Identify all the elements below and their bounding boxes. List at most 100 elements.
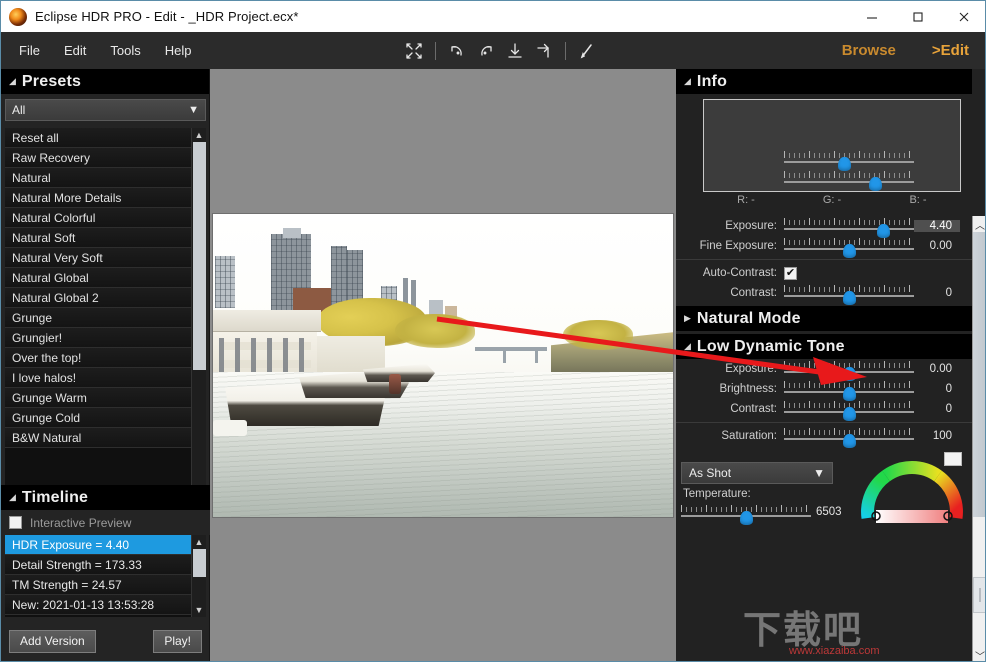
preset-item[interactable]: Grunge Cold (5, 408, 191, 428)
interactive-preview-row[interactable]: Interactive Preview (1, 510, 210, 535)
slider-handle[interactable] (843, 434, 856, 448)
preset-item[interactable]: Natural Very Soft (5, 248, 191, 268)
left-panel: ◢ Presets All ▼ Reset all Raw Recovery Nat… (1, 69, 210, 661)
control-slider[interactable] (784, 360, 914, 381)
control-slider[interactable] (784, 170, 914, 191)
timeline-scroll-thumb[interactable] (193, 549, 206, 577)
ldt-collapse-icon[interactable]: ◢ (684, 341, 691, 352)
right-scroll-thumb[interactable] (973, 232, 985, 517)
preset-item[interactable]: Grunge Warm (5, 388, 191, 408)
flip-horizontal-icon[interactable] (531, 38, 557, 64)
preset-item[interactable]: B&W Natural (5, 428, 191, 448)
browse-mode-button[interactable]: Browse (824, 42, 914, 59)
preset-list[interactable]: Reset all Raw Recovery Natural Natural More… (5, 128, 191, 514)
control-slider[interactable] (784, 237, 914, 258)
brush-icon[interactable] (574, 38, 600, 64)
natural-mode-section-header[interactable]: ▶ Natural Mode (676, 306, 972, 331)
color-wheel-reset-swatch[interactable] (944, 452, 962, 466)
slider-handle[interactable] (876, 224, 890, 238)
hdr-preview-image[interactable] (212, 213, 674, 518)
preset-item[interactable]: Grungier! (5, 328, 191, 348)
right-panel-scrollbar[interactable]: ︿ ﹀ (972, 216, 985, 662)
control-slider[interactable] (784, 400, 914, 421)
rotate-right-icon[interactable] (473, 38, 499, 64)
control-slider[interactable] (784, 427, 914, 448)
timeline-scroll-track[interactable] (192, 549, 206, 603)
control-slider[interactable] (784, 380, 914, 401)
temperature-slider[interactable] (681, 504, 811, 525)
control-slider[interactable] (784, 150, 914, 171)
timeline-scrollbar[interactable]: ▲ ▼ (191, 535, 206, 617)
temperature-slider-handle[interactable] (740, 511, 753, 525)
slider-handle[interactable] (843, 291, 856, 305)
preset-item[interactable]: Over the top! (5, 348, 191, 368)
timeline-list[interactable]: HDR Exposure = 4.40 Detail Strength = 173… (5, 535, 191, 617)
timeline-collapse-icon[interactable]: ◢ (9, 492, 16, 503)
chevron-down-icon[interactable]: ▼ (188, 104, 199, 116)
timeline-section-header[interactable]: ◢ Timeline (1, 485, 210, 510)
chevron-down-icon[interactable]: ▼ (813, 466, 825, 480)
control-slider[interactable] (784, 217, 914, 238)
preset-item[interactable]: Natural Soft (5, 228, 191, 248)
white-balance-dropdown[interactable]: As Shot ▼ (681, 462, 833, 484)
fit-to-screen-icon[interactable] (401, 38, 427, 64)
play-button[interactable]: Play! (153, 629, 202, 653)
slider-handle[interactable] (843, 244, 856, 258)
scroll-up-icon[interactable]: ▲ (195, 128, 204, 142)
timeline-item[interactable]: TM Strength = 24.57 (5, 575, 191, 595)
control-label: Auto-Contrast: (702, 267, 777, 279)
presets-collapse-icon[interactable]: ◢ (9, 76, 16, 87)
ldt-section-header[interactable]: ◢ Low Dynamic Tone (676, 334, 972, 359)
menu-file[interactable]: File (7, 32, 52, 69)
preset-item[interactable]: Natural Global 2 (5, 288, 191, 308)
preset-scroll-thumb[interactable] (193, 142, 206, 370)
preset-item[interactable]: Reset all (5, 128, 191, 148)
photo-small-boat (213, 420, 247, 436)
timeline-item[interactable]: Detail Strength = 173.33 (5, 555, 191, 575)
slider-handle[interactable] (843, 407, 856, 421)
slider-handle[interactable] (869, 177, 882, 191)
interactive-preview-label: Interactive Preview (30, 515, 132, 530)
maximize-button[interactable] (895, 1, 941, 32)
menu-help[interactable]: Help (153, 32, 204, 69)
preset-list-scrollbar[interactable]: ▲ ▼ (191, 128, 206, 514)
preset-filter-dropdown[interactable]: All ▼ (5, 99, 206, 121)
interactive-preview-checkbox[interactable] (9, 516, 22, 529)
timeline-scroll-up-icon[interactable]: ▲ (195, 535, 204, 549)
minimize-button[interactable] (849, 1, 895, 32)
presets-section-header[interactable]: ◢ Presets (1, 69, 209, 94)
natural-mode-expand-icon[interactable]: ▶ (684, 313, 691, 324)
preset-item[interactable]: Grunge (5, 308, 191, 328)
slider-handle[interactable] (837, 157, 851, 171)
flip-vertical-icon[interactable] (502, 38, 528, 64)
slider-handle[interactable] (843, 367, 856, 381)
close-button[interactable] (941, 1, 985, 32)
right-scroll-down-icon[interactable]: ﹀ (975, 647, 985, 662)
info-collapse-icon[interactable]: ◢ (684, 76, 691, 87)
menu-tools[interactable]: Tools (98, 32, 152, 69)
preset-item[interactable]: Natural (5, 168, 191, 188)
preset-scroll-track[interactable] (192, 142, 206, 500)
preset-item[interactable]: Natural More Details (5, 188, 191, 208)
image-canvas[interactable] (210, 69, 676, 661)
timeline-item[interactable]: New: 2021-01-13 13:53:28 (5, 595, 191, 615)
preset-item[interactable]: I love halos! (5, 368, 191, 388)
preset-item[interactable]: Natural Global (5, 268, 191, 288)
right-scroll-up-icon[interactable]: ︿ (975, 216, 985, 232)
rotate-left-icon[interactable] (444, 38, 470, 64)
preset-item[interactable]: Raw Recovery (5, 148, 191, 168)
timeline-scroll-down-icon[interactable]: ▼ (195, 603, 204, 617)
info-section-header[interactable]: ◢ Info (676, 69, 972, 94)
add-version-button[interactable]: Add Version (9, 629, 96, 653)
checkbox-row[interactable]: Auto-Contrast: ✔ (676, 263, 972, 283)
control-checkbox[interactable]: ✔ (784, 266, 797, 280)
preset-item[interactable]: Natural Colorful (5, 208, 191, 228)
menu-edit[interactable]: Edit (52, 32, 98, 69)
control-slider[interactable] (784, 284, 914, 305)
right-scroll-track[interactable] (973, 232, 985, 647)
slider-handle[interactable] (843, 387, 856, 401)
slider-row: Fine Exposure: 0.00 (676, 236, 972, 258)
timeline-item[interactable]: HDR Exposure = 4.40 (5, 535, 191, 555)
right-scroll-grip[interactable] (973, 577, 985, 613)
edit-mode-button[interactable]: >Edit (914, 42, 985, 59)
